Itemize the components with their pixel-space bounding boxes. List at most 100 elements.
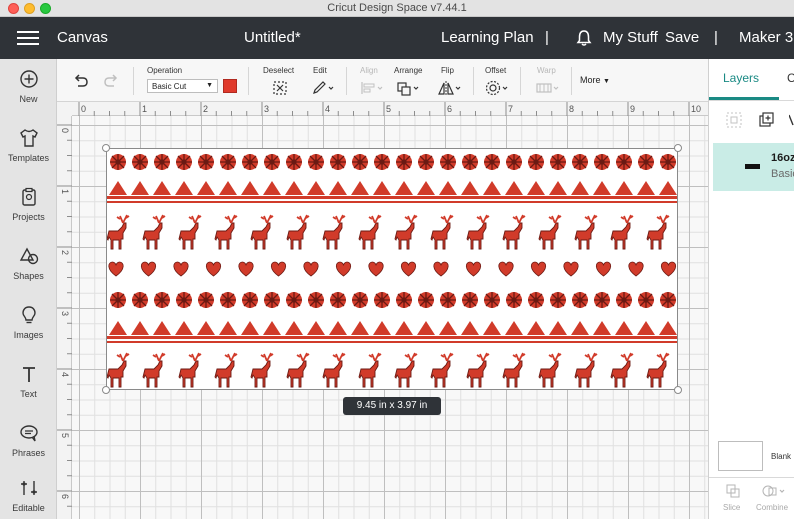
operation-value: Basic Cut bbox=[152, 82, 187, 91]
selection-handle-resize[interactable] bbox=[674, 386, 682, 394]
ruler-label: 0 bbox=[81, 104, 86, 114]
warp-icon[interactable] bbox=[535, 80, 561, 96]
editable-icon bbox=[20, 481, 37, 495]
shapes-icon bbox=[19, 247, 38, 265]
ruler-label: 3 bbox=[60, 311, 70, 316]
clipboard-icon bbox=[21, 187, 36, 206]
left-sidebar: New Templates Projects Shapes Images Tex… bbox=[0, 59, 57, 519]
header-separator: | bbox=[545, 29, 549, 46]
ruler-vertical: 0 1 2 3 4 5 6 bbox=[57, 116, 72, 519]
selection-handle-rotate[interactable] bbox=[674, 144, 682, 152]
layer-thumbnail bbox=[745, 164, 760, 169]
operation-color-swatch[interactable] bbox=[223, 79, 237, 93]
sidebar-item-label: Shapes bbox=[13, 271, 44, 281]
bell-icon[interactable] bbox=[575, 29, 593, 47]
sidebar-item-text[interactable]: Text bbox=[0, 363, 57, 399]
ruler-label: 5 bbox=[386, 104, 391, 114]
toolbar-divider bbox=[346, 67, 347, 95]
layer-row[interactable]: 16oz Basic bbox=[713, 143, 794, 191]
ruler-corner bbox=[57, 102, 72, 116]
align-icon[interactable] bbox=[359, 80, 385, 96]
sidebar-item-label: Images bbox=[13, 330, 44, 340]
sidebar-item-label: Phrases bbox=[11, 448, 46, 458]
toolbar-divider bbox=[248, 67, 249, 95]
ruler-label: 2 bbox=[60, 250, 70, 255]
sidebar-item-label: Templates bbox=[7, 153, 50, 163]
deselect-icon[interactable] bbox=[272, 80, 288, 96]
delete-icon[interactable] bbox=[789, 113, 794, 127]
speech-bubble-icon bbox=[19, 425, 38, 442]
deselect-label: Deselect bbox=[263, 66, 295, 75]
sidebar-item-new[interactable]: New bbox=[0, 68, 57, 104]
ruler-vertical-ticks: 0 1 2 3 4 5 6 bbox=[57, 124, 72, 507]
selection-box[interactable] bbox=[106, 148, 678, 390]
tshirt-icon bbox=[19, 129, 38, 147]
ruler-label: 4 bbox=[60, 372, 70, 377]
layer-operation: Basic bbox=[771, 168, 794, 180]
undo-icon[interactable] bbox=[71, 73, 89, 89]
ruler-label: 0 bbox=[60, 128, 70, 133]
ruler-label: 10 bbox=[691, 104, 701, 114]
arrange-icon[interactable] bbox=[395, 80, 421, 96]
ruler-label: 2 bbox=[203, 104, 208, 114]
layers-panel: Layers C 16oz Basic Blank Slice Combine bbox=[708, 59, 794, 519]
lightbulb-icon bbox=[21, 306, 36, 324]
slice-icon[interactable] bbox=[725, 483, 741, 499]
operation-label: Operation bbox=[147, 66, 183, 75]
text-icon bbox=[22, 367, 35, 382]
toolbar-divider bbox=[520, 67, 521, 95]
operation-select[interactable]: Basic Cut ▼ bbox=[147, 79, 218, 93]
window-title-bar: Cricut Design Space v7.44.1 bbox=[0, 0, 794, 17]
ruler-label: 4 bbox=[325, 104, 330, 114]
tab-layers[interactable]: Layers bbox=[723, 71, 759, 85]
ruler-label: 1 bbox=[142, 104, 147, 114]
flip-icon[interactable] bbox=[437, 80, 463, 96]
blank-canvas-swatch[interactable] bbox=[718, 441, 763, 471]
ruler-label: 7 bbox=[508, 104, 513, 114]
offset-label: Offset bbox=[485, 66, 507, 75]
sidebar-item-label: Text bbox=[20, 389, 37, 399]
offset-icon[interactable] bbox=[485, 80, 511, 96]
selection-handle-lock[interactable] bbox=[102, 386, 110, 394]
project-title[interactable]: Untitled* bbox=[244, 29, 301, 46]
save-button[interactable]: Save bbox=[665, 29, 699, 46]
blank-canvas-label: Blank bbox=[771, 452, 792, 461]
panel-divider bbox=[709, 477, 794, 478]
tab-divider bbox=[709, 100, 794, 101]
ruler-label: 3 bbox=[264, 104, 269, 114]
more-menu[interactable]: More ▼ bbox=[580, 75, 610, 85]
size-readout: 9.45 in x 3.97 in bbox=[343, 397, 441, 415]
menu-icon[interactable] bbox=[17, 31, 39, 45]
edit-pencil-icon[interactable] bbox=[311, 80, 335, 96]
ruler-label: 9 bbox=[630, 104, 635, 114]
selection-handle-delete[interactable] bbox=[102, 144, 110, 152]
layer-name: 16oz bbox=[771, 152, 794, 164]
align-label: Align bbox=[360, 66, 378, 75]
group-icon[interactable] bbox=[725, 111, 743, 129]
sidebar-item-shapes[interactable]: Shapes bbox=[0, 245, 57, 281]
header-separator: | bbox=[714, 29, 718, 46]
learning-plan-link[interactable]: Learning Plan bbox=[441, 29, 534, 46]
sidebar-item-phrases[interactable]: Phrases bbox=[0, 422, 57, 458]
ruler-label: 1 bbox=[60, 189, 70, 194]
sidebar-item-editable[interactable]: Editable bbox=[0, 477, 57, 513]
duplicate-icon[interactable] bbox=[758, 111, 776, 129]
combine-icon[interactable] bbox=[761, 483, 787, 499]
sidebar-item-label: Projects bbox=[12, 212, 45, 222]
sidebar-item-label: New bbox=[19, 94, 38, 104]
tab-color-sync[interactable]: C bbox=[787, 71, 794, 85]
machine-selector[interactable]: Maker 3 bbox=[739, 29, 793, 46]
redo-icon[interactable] bbox=[103, 73, 121, 89]
ruler-label: 5 bbox=[60, 433, 70, 438]
sidebar-item-projects[interactable]: Projects bbox=[0, 186, 57, 222]
sidebar-item-images[interactable]: Images bbox=[0, 304, 57, 340]
sidebar-item-templates[interactable]: Templates bbox=[0, 127, 57, 163]
window-title: Cricut Design Space v7.44.1 bbox=[327, 2, 467, 14]
more-label: More bbox=[580, 75, 601, 85]
ruler-horizontal-ticks: 0 1 2 3 4 5 6 7 8 9 10 bbox=[78, 102, 701, 116]
caret-down-icon: ▼ bbox=[603, 78, 610, 85]
warp-label: Warp bbox=[537, 66, 556, 75]
toolbar-divider bbox=[133, 67, 134, 95]
my-stuff-link[interactable]: My Stuff bbox=[603, 29, 658, 46]
section-title: Canvas bbox=[57, 29, 108, 46]
